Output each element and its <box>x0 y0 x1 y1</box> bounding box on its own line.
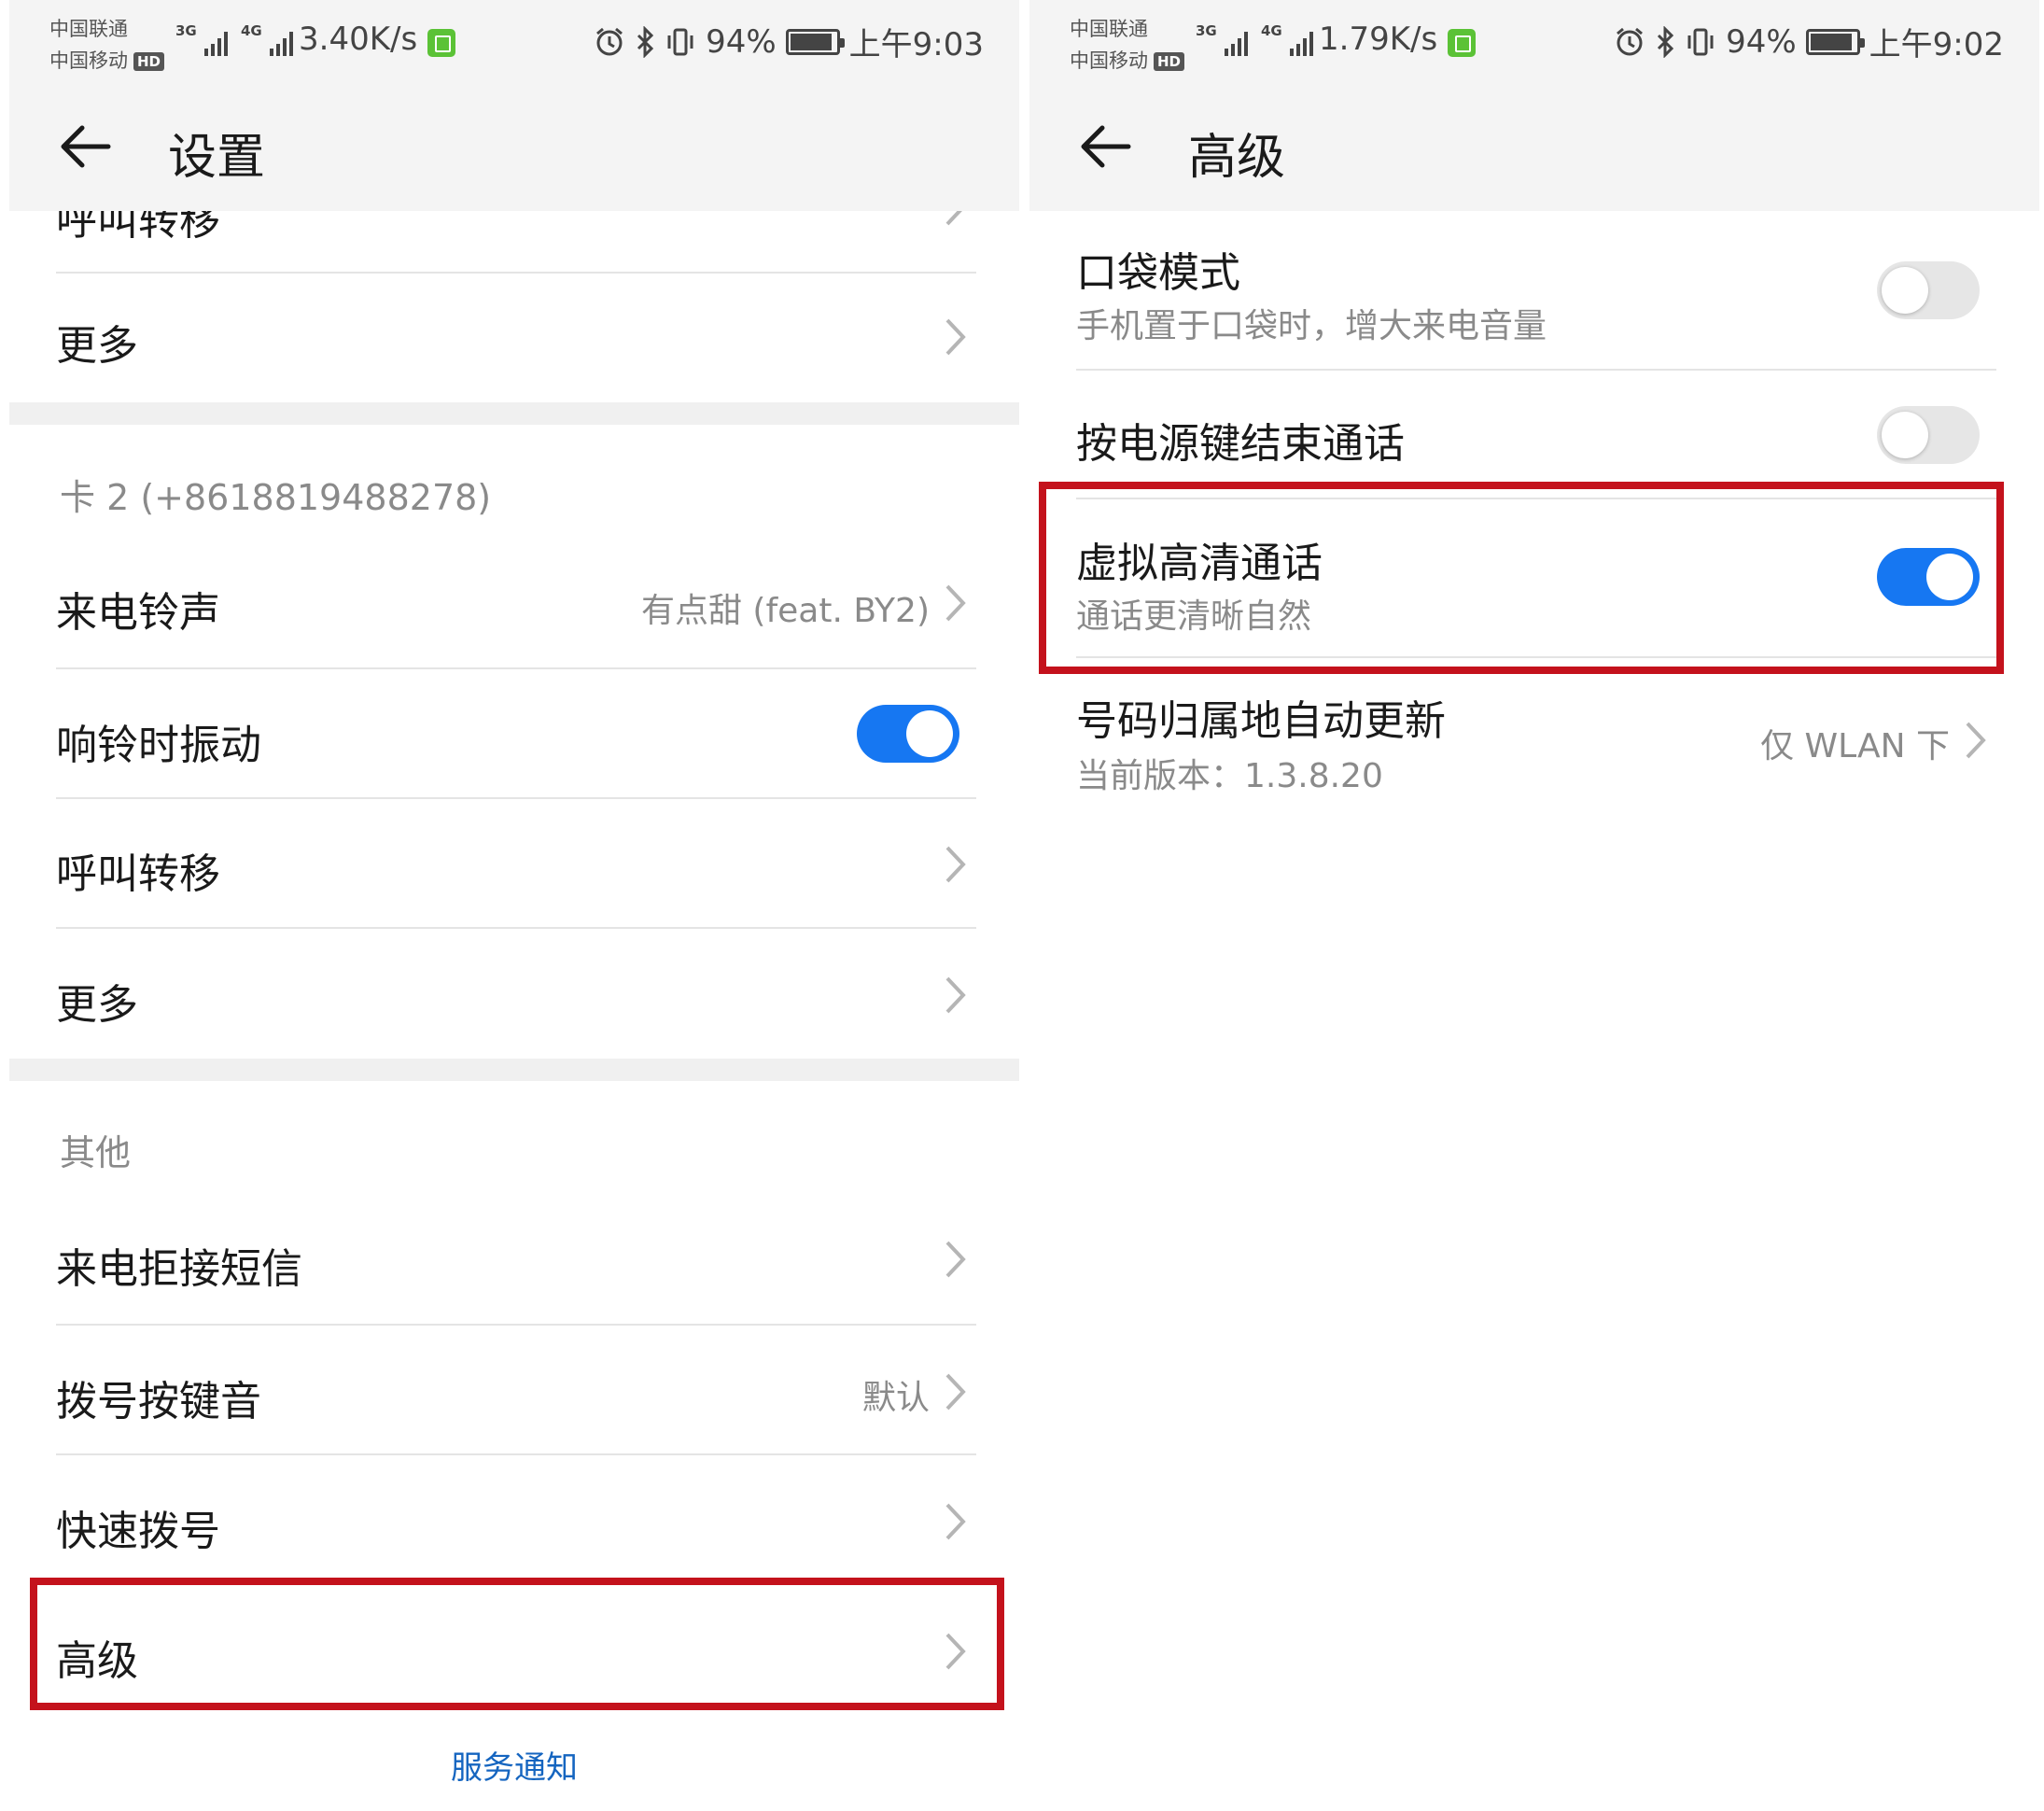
power-end-label: 按电源键结束通话 <box>1076 420 1405 468</box>
advanced-label: 高级 <box>56 1637 138 1685</box>
notification-icon <box>427 29 455 57</box>
list-item-reject-sms[interactable]: 来电拒接短信 <box>9 1193 1019 1324</box>
alarm-icon <box>596 27 623 55</box>
network-type-1: 3G <box>175 22 197 39</box>
chevron-right-icon <box>945 1503 966 1540</box>
service-notification-link[interactable]: 服务通知 <box>9 1742 1019 1788</box>
clock: 上午9:03 <box>848 26 984 63</box>
pocket-mode-subtitle: 手机置于口袋时，增大来电音量 <box>1076 307 1547 345</box>
app-bar: 高级 <box>1029 86 2039 211</box>
pocket-mode-toggle[interactable] <box>1877 261 1980 319</box>
ringtone-label: 来电铃声 <box>56 589 220 637</box>
bluetooth-icon <box>1658 25 1674 58</box>
carrier-labels: 中国联通 中国移动 HD <box>49 13 165 77</box>
signal-3g-icon: 3G <box>175 22 228 60</box>
forwarding-label: 呼叫转移 <box>56 850 220 898</box>
list-item-advanced[interactable]: 高级 <box>9 1585 1019 1714</box>
carrier-1: 中国联通 <box>1070 18 1148 40</box>
status-bar: 中国联通 中国移动 HD 3G 4G 3.40K/s 94% 上午9:03 <box>9 0 1019 86</box>
list-item-number-update[interactable]: 号码归属地自动更新 当前版本：1.3.8.20 仅 WLAN 下 <box>1029 674 2039 814</box>
hd-badge: HD <box>1154 52 1185 71</box>
power-end-toggle[interactable] <box>1877 406 1980 464</box>
vibrate-label: 响铃时振动 <box>56 722 261 769</box>
list-item-pocket-mode[interactable]: 口袋模式 手机置于口袋时，增大来电音量 <box>1029 211 2039 370</box>
clock: 上午9:02 <box>1869 26 2004 63</box>
notification-icon <box>1448 29 1476 57</box>
ringtone-value: 有点甜 (feat. BY2) <box>640 592 930 630</box>
section-gap <box>9 1059 1019 1081</box>
section-header-other: 其他 <box>60 1132 132 1173</box>
network-speed: 1.79K/s <box>1319 21 1438 58</box>
hd-badge: HD <box>133 52 165 71</box>
section-gap <box>9 402 1019 425</box>
hd-call-label: 虚拟高清通话 <box>1076 540 1323 587</box>
bluetooth-icon <box>637 25 654 58</box>
number-update-value: 仅 WLAN 下 <box>1760 727 1950 765</box>
battery-icon <box>1805 28 1865 55</box>
network-speed: 3.40K/s <box>299 21 418 58</box>
more-label: 更多 <box>56 322 138 370</box>
alarm-icon <box>1617 27 1644 55</box>
divider <box>1076 656 1996 658</box>
settings-screen: 中国联通 中国移动 HD 3G 4G 3.40K/s 94% 上午9:03 设置 <box>9 0 1019 1811</box>
back-arrow-icon[interactable] <box>1074 114 1140 179</box>
battery-percent: 94% <box>706 22 777 61</box>
vibrate-icon <box>1687 28 1714 55</box>
reject-sms-label: 来电拒接短信 <box>56 1245 302 1293</box>
number-update-version: 当前版本：1.3.8.20 <box>1076 757 1383 795</box>
network-type-2: 4G <box>241 22 262 39</box>
network-type-1: 3G <box>1196 22 1217 39</box>
back-arrow-icon[interactable] <box>54 114 119 179</box>
signal-3g-icon: 3G <box>1196 22 1248 60</box>
list-item-more-2[interactable]: 更多 <box>9 929 1019 1058</box>
signal-4g-icon: 4G <box>241 22 293 60</box>
chevron-right-icon <box>945 584 966 622</box>
list-item-speed-dial[interactable]: 快速拨号 <box>9 1455 1019 1584</box>
speed-dial-label: 快速拨号 <box>56 1508 220 1555</box>
section-header-card2: 卡 2 (+8618819488278) <box>60 477 492 518</box>
number-update-label: 号码归属地自动更新 <box>1076 697 1446 745</box>
pocket-mode-label: 口袋模式 <box>1076 249 1240 297</box>
app-bar: 设置 <box>9 86 1019 211</box>
carrier-1: 中国联通 <box>49 18 128 40</box>
list-item-more[interactable]: 更多 <box>9 273 1019 401</box>
chevron-right-icon <box>945 318 966 356</box>
chevron-right-icon <box>945 1373 966 1411</box>
network-type-2: 4G <box>1261 22 1282 39</box>
hd-call-toggle[interactable] <box>1877 548 1980 606</box>
vibrate-toggle[interactable] <box>857 705 959 763</box>
list-item-power-end-call[interactable]: 按电源键结束通话 <box>1029 371 2039 498</box>
chevron-right-icon <box>1966 722 1986 759</box>
chevron-right-icon <box>945 976 966 1014</box>
page-title: 高级 <box>1188 130 1286 186</box>
chevron-right-icon <box>945 1633 966 1670</box>
list-item-ringtone[interactable]: 来电铃声 有点甜 (feat. BY2) <box>9 537 1019 667</box>
status-bar: 中国联通 中国移动 HD 3G 4G 1.79K/s 94% 上午9:02 <box>1029 0 2039 86</box>
chevron-right-icon <box>945 846 966 883</box>
carrier-2: 中国移动 <box>1070 49 1148 72</box>
battery-percent: 94% <box>1726 22 1797 61</box>
hd-call-subtitle: 通话更清晰自然 <box>1076 597 1312 636</box>
list-item-vibrate[interactable]: 响铃时振动 <box>9 669 1019 798</box>
carrier-labels: 中国联通 中国移动 HD <box>1070 13 1185 77</box>
list-item-forwarding[interactable]: 呼叫转移 <box>9 799 1019 928</box>
advanced-screen: 中国联通 中国移动 HD 3G 4G 1.79K/s 94% 上午9:02 高级 <box>1029 0 2039 1811</box>
carrier-2: 中国移动 <box>49 49 128 72</box>
signal-4g-icon: 4G <box>1261 22 1313 60</box>
page-title: 设置 <box>168 130 266 186</box>
vibrate-icon <box>667 28 693 55</box>
list-item-dial-tone[interactable]: 拨号按键音 默认 <box>9 1326 1019 1454</box>
list-item-hd-call[interactable]: 虚拟高清通话 通话更清晰自然 <box>1029 499 2039 658</box>
battery-icon <box>785 28 845 55</box>
chevron-right-icon <box>945 1241 966 1278</box>
more-label: 更多 <box>56 981 138 1029</box>
dial-tone-label: 拨号按键音 <box>56 1378 261 1425</box>
dial-tone-value: 默认 <box>861 1379 930 1417</box>
